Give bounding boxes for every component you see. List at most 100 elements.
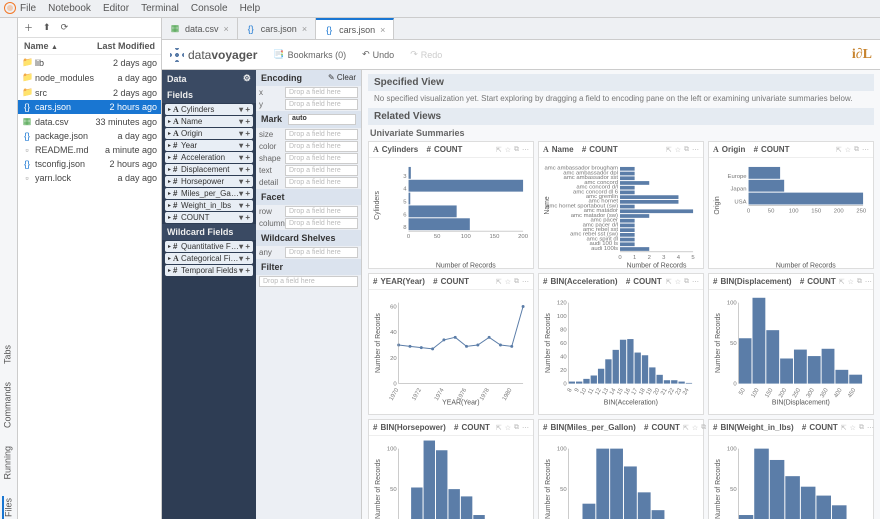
- upload-icon[interactable]: ⬆: [43, 22, 51, 33]
- col-name[interactable]: Name ▲: [24, 41, 58, 51]
- shelf-drop[interactable]: Drop a field here: [285, 165, 358, 176]
- copy-icon[interactable]: ⧉: [854, 146, 859, 154]
- document-tab[interactable]: {}cars.json×: [238, 18, 316, 39]
- menu-file[interactable]: File: [20, 3, 36, 14]
- bookmark-icon[interactable]: ☆: [505, 424, 511, 432]
- add-icons[interactable]: ▾ +: [239, 177, 250, 186]
- caret-icon[interactable]: ▸: [168, 190, 171, 197]
- bookmark-icon[interactable]: ☆: [505, 278, 511, 286]
- redo-button[interactable]: ↷ Redo: [410, 49, 442, 60]
- add-icons[interactable]: ▾ +: [239, 117, 250, 126]
- add-icons[interactable]: ▾ +: [239, 105, 250, 114]
- tab-files[interactable]: Files: [2, 496, 16, 519]
- add-icons[interactable]: ▾ +: [239, 189, 250, 198]
- data-header[interactable]: Data⚙: [162, 70, 256, 87]
- add-icons[interactable]: ▾ +: [239, 242, 250, 251]
- copy-icon[interactable]: ⧉: [859, 424, 864, 432]
- specify-icon[interactable]: ⇱: [496, 278, 502, 286]
- shelf-drop[interactable]: Drop a field here: [285, 206, 358, 217]
- caret-icon[interactable]: ▸: [168, 130, 171, 137]
- caret-icon[interactable]: ▸: [168, 142, 171, 149]
- specify-icon[interactable]: ⇱: [666, 146, 672, 154]
- tab-tabs[interactable]: Tabs: [3, 343, 15, 366]
- copy-icon[interactable]: ⧉: [514, 146, 519, 154]
- field-pill[interactable]: ▸#Temporal Fields▾ +: [165, 265, 253, 276]
- caret-icon[interactable]: ▸: [168, 154, 171, 161]
- caret-icon[interactable]: ▸: [168, 178, 171, 185]
- caret-icon[interactable]: ▸: [168, 214, 171, 221]
- caret-icon[interactable]: ▸: [168, 118, 171, 125]
- bookmark-icon[interactable]: ☆: [692, 424, 698, 432]
- field-pill[interactable]: ▸#COUNT▾ +: [165, 212, 253, 223]
- add-icons[interactable]: ▾ +: [239, 254, 250, 263]
- file-row[interactable]: ▦data.csv33 minutes ago: [18, 114, 161, 129]
- field-pill[interactable]: ▸#Miles_per_Gallon▾ +: [165, 188, 253, 199]
- specify-icon[interactable]: ⇱: [841, 424, 847, 432]
- file-row[interactable]: {}cars.json2 hours ago: [18, 100, 161, 114]
- copy-icon[interactable]: ⧉: [701, 424, 706, 432]
- menu-notebook[interactable]: Notebook: [48, 3, 91, 14]
- col-modified[interactable]: Last Modified: [97, 41, 155, 51]
- shelf-drop[interactable]: Drop a field here: [285, 218, 358, 229]
- shelf-drop[interactable]: Drop a field here: [285, 87, 358, 98]
- specify-icon[interactable]: ⇱: [836, 146, 842, 154]
- caret-icon[interactable]: ▸: [168, 202, 171, 209]
- more-icon[interactable]: ⋯: [692, 278, 699, 286]
- tab-commands[interactable]: Commands: [3, 380, 15, 430]
- new-icon[interactable]: ＋: [24, 21, 33, 34]
- field-pill[interactable]: ▸#Acceleration▾ +: [165, 152, 253, 163]
- specify-icon[interactable]: ⇱: [496, 424, 502, 432]
- field-pill[interactable]: ▸ACategorical Fields▾ +: [165, 253, 253, 264]
- more-icon[interactable]: ⋯: [692, 146, 699, 154]
- add-icons[interactable]: ▾ +: [239, 201, 250, 210]
- caret-icon[interactable]: ▸: [168, 255, 171, 262]
- menu-console[interactable]: Console: [191, 3, 228, 14]
- add-icons[interactable]: ▾ +: [239, 129, 250, 138]
- field-pill[interactable]: ▸AName▾ +: [165, 116, 253, 127]
- bookmark-icon[interactable]: ☆: [845, 146, 851, 154]
- field-pill[interactable]: ▸AOrigin▾ +: [165, 128, 253, 139]
- field-pill[interactable]: ▸ACylinders▾ +: [165, 104, 253, 115]
- file-row[interactable]: 📁src2 days ago: [18, 85, 161, 100]
- tab-running[interactable]: Running: [3, 444, 15, 482]
- close-icon[interactable]: ×: [224, 24, 229, 34]
- document-tab[interactable]: ▦data.csv×: [162, 18, 238, 39]
- close-icon[interactable]: ×: [380, 25, 385, 35]
- bookmark-icon[interactable]: ☆: [505, 146, 511, 154]
- file-row[interactable]: ▫README.mda minute ago: [18, 143, 161, 157]
- add-icons[interactable]: ▾ +: [239, 213, 250, 222]
- bookmarks-button[interactable]: 📑 Bookmarks (0): [273, 49, 346, 60]
- add-icons[interactable]: ▾ +: [239, 165, 250, 174]
- shelf-drop[interactable]: Drop a field here: [285, 153, 358, 164]
- caret-icon[interactable]: ▸: [168, 267, 171, 274]
- shelf-drop[interactable]: Drop a field here: [285, 129, 358, 140]
- more-icon[interactable]: ⋯: [522, 146, 529, 154]
- menu-editor[interactable]: Editor: [103, 3, 129, 14]
- field-pill[interactable]: ▸#Displacement▾ +: [165, 164, 253, 175]
- specify-icon[interactable]: ⇱: [839, 278, 845, 286]
- gear-icon[interactable]: ⚙: [243, 73, 251, 84]
- file-row[interactable]: {}tsconfig.json2 hours ago: [18, 157, 161, 171]
- bookmark-icon[interactable]: ☆: [675, 146, 681, 154]
- bookmark-icon[interactable]: ☆: [675, 278, 681, 286]
- bookmark-icon[interactable]: ☆: [850, 424, 856, 432]
- caret-icon[interactable]: ▸: [168, 106, 171, 113]
- copy-icon[interactable]: ⧉: [514, 278, 519, 286]
- add-icons[interactable]: ▾ +: [239, 141, 250, 150]
- add-icons[interactable]: ▾ +: [239, 266, 250, 275]
- file-row[interactable]: {}package.jsona day ago: [18, 129, 161, 143]
- more-icon[interactable]: ⋯: [862, 146, 869, 154]
- menu-terminal[interactable]: Terminal: [141, 3, 179, 14]
- copy-icon[interactable]: ⧉: [857, 278, 862, 286]
- undo-button[interactable]: ↶ Undo: [362, 49, 394, 60]
- file-row[interactable]: 📁lib2 days ago: [18, 55, 161, 70]
- specify-icon[interactable]: ⇱: [683, 424, 689, 432]
- more-icon[interactable]: ⋯: [522, 278, 529, 286]
- file-row[interactable]: ▫yarn.locka day ago: [18, 171, 161, 185]
- menu-help[interactable]: Help: [240, 3, 261, 14]
- field-pill[interactable]: ▸#Horsepower▾ +: [165, 176, 253, 187]
- shelf-drop[interactable]: Drop a field here: [285, 141, 358, 152]
- close-icon[interactable]: ×: [302, 24, 307, 34]
- file-row[interactable]: 📁node_modulesa day ago: [18, 70, 161, 85]
- filter-drop[interactable]: Drop a field here: [259, 276, 358, 287]
